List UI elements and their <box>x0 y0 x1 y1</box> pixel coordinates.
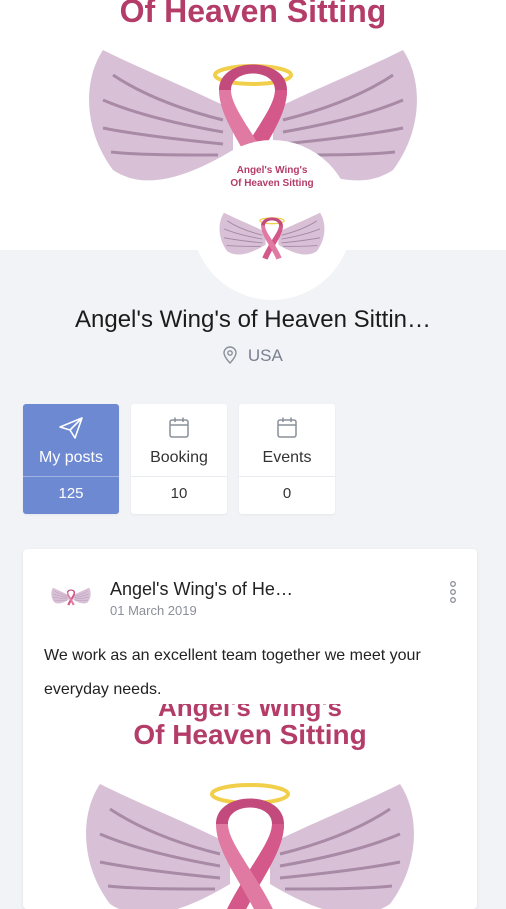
more-options-icon[interactable] <box>447 579 459 605</box>
avatar-logo-line1: Angel's Wing's <box>237 165 308 176</box>
cover-logo-text: Of Heaven Sitting <box>120 0 387 29</box>
calendar-icon <box>169 417 189 438</box>
post-image[interactable]: Angel's Wing's Of Heaven Sitting <box>23 704 477 909</box>
location-text: USA <box>247 346 283 365</box>
paper-plane-icon <box>59 417 83 439</box>
profile-avatar[interactable]: Angel's Wing's Of Heaven Sitting <box>192 140 352 300</box>
calendar-icon <box>277 417 297 438</box>
avatar-logo: Angel's Wing's Of Heaven Sitting <box>219 165 352 260</box>
post-image-text: Of Heaven Sitting <box>133 719 366 750</box>
tab-events[interactable]: Events 0 <box>239 404 335 514</box>
post-image-graphic: Angel's Wing's Of Heaven Sitting <box>84 704 477 909</box>
tab-my-posts[interactable]: My posts 125 <box>23 404 119 514</box>
location-pin-icon <box>223 346 237 364</box>
tab-booking-label: Booking <box>150 449 208 466</box>
post-card: Angel's Wing's of He… 01 March 2019 We w… <box>23 549 477 909</box>
tab-my-posts-count: 125 <box>58 485 84 502</box>
tab-events-label: Events <box>262 449 312 466</box>
profile-location: USA <box>0 346 506 366</box>
tab-booking-count: 10 <box>170 485 188 502</box>
tab-booking[interactable]: Booking 10 <box>131 404 227 514</box>
post-text: We work as an excellent team together we… <box>44 647 421 698</box>
tab-events-count: 0 <box>282 485 292 502</box>
profile-name: Angel's Wing's of Heaven Sittin… <box>75 306 431 333</box>
author-logo-icon <box>51 587 91 606</box>
tab-my-posts-label: My posts <box>38 449 103 466</box>
post-author-avatar[interactable] <box>51 573 91 613</box>
avatar-logo-line2: Of Heaven Sitting <box>230 178 313 189</box>
post-date: 01 March 2019 <box>110 603 197 618</box>
post-author-name[interactable]: Angel's Wing's of He… <box>110 579 293 600</box>
